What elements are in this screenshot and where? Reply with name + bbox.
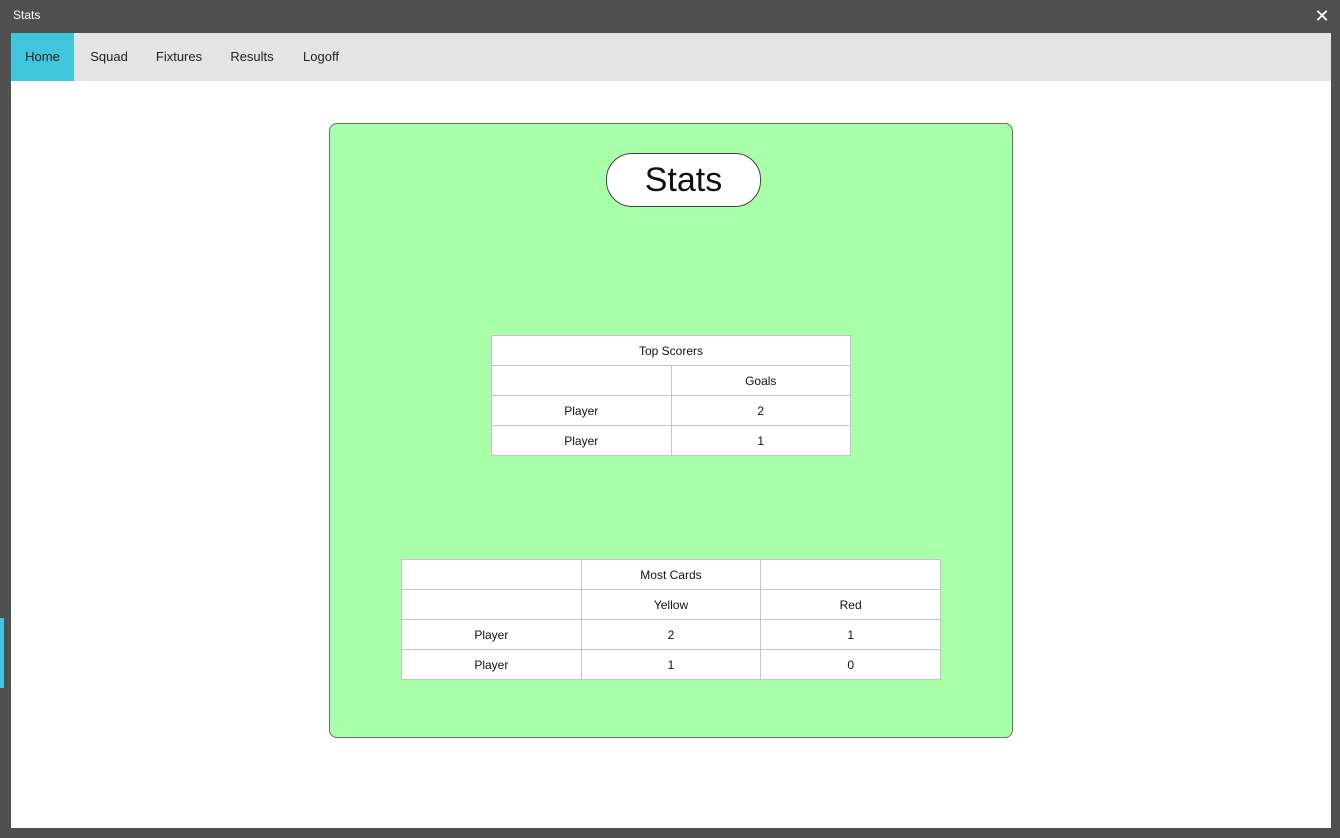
table-row: Player 1: [491, 425, 851, 456]
most-cards-table: Most Cards Yellow Red Player 2 1 Player …: [401, 559, 941, 680]
table-title-cell: [401, 559, 582, 590]
table-header-cell: [491, 365, 672, 396]
player-cell: Player: [401, 619, 582, 650]
stats-panel: Stats Top Scorers Goals Player 2 Player …: [329, 123, 1013, 738]
table-header-row: Goals: [491, 365, 851, 396]
red-cell: 1: [760, 619, 941, 650]
menu-item-results[interactable]: Results: [219, 33, 285, 81]
app-window: Home Squad Fixtures Results Logoff Stats…: [11, 33, 1331, 828]
red-cell: 0: [760, 649, 941, 680]
table-header-row: Yellow Red: [401, 589, 941, 620]
table-row: Player 2 1: [401, 619, 941, 650]
menu-item-home[interactable]: Home: [11, 33, 74, 81]
table-header-cell: Goals: [670, 365, 851, 396]
window-title: Stats: [13, 8, 41, 22]
top-scorers-title: Top Scorers: [491, 335, 851, 366]
title-bar: Stats ✕: [0, 0, 1340, 33]
menu-bar: Home Squad Fixtures Results Logoff: [11, 33, 1331, 81]
table-title-row: Most Cards: [401, 559, 941, 590]
most-cards-title: Most Cards: [580, 559, 762, 590]
top-scorers-table: Top Scorers Goals Player 2 Player 1: [491, 335, 851, 456]
side-drawer-handle[interactable]: [0, 618, 4, 688]
menu-item-squad[interactable]: Squad: [74, 33, 144, 81]
player-cell: Player: [491, 425, 672, 456]
goals-cell: 1: [670, 425, 851, 456]
table-header-cell: Yellow: [580, 589, 762, 620]
player-cell: Player: [491, 395, 672, 426]
menu-item-fixtures[interactable]: Fixtures: [144, 33, 214, 81]
menu-item-logoff[interactable]: Logoff: [289, 33, 353, 81]
yellow-cell: 2: [580, 619, 762, 650]
player-cell: Player: [401, 649, 582, 680]
table-row: Player 1 0: [401, 649, 941, 680]
close-icon[interactable]: ✕: [1312, 6, 1332, 26]
yellow-cell: 1: [580, 649, 762, 680]
table-header-cell: [401, 589, 582, 620]
table-title-row: Top Scorers: [491, 335, 851, 366]
goals-cell: 2: [670, 395, 851, 426]
table-header-cell: Red: [760, 589, 941, 620]
table-row: Player 2: [491, 395, 851, 426]
page-title: Stats: [606, 153, 761, 207]
table-title-cell: [760, 559, 941, 590]
